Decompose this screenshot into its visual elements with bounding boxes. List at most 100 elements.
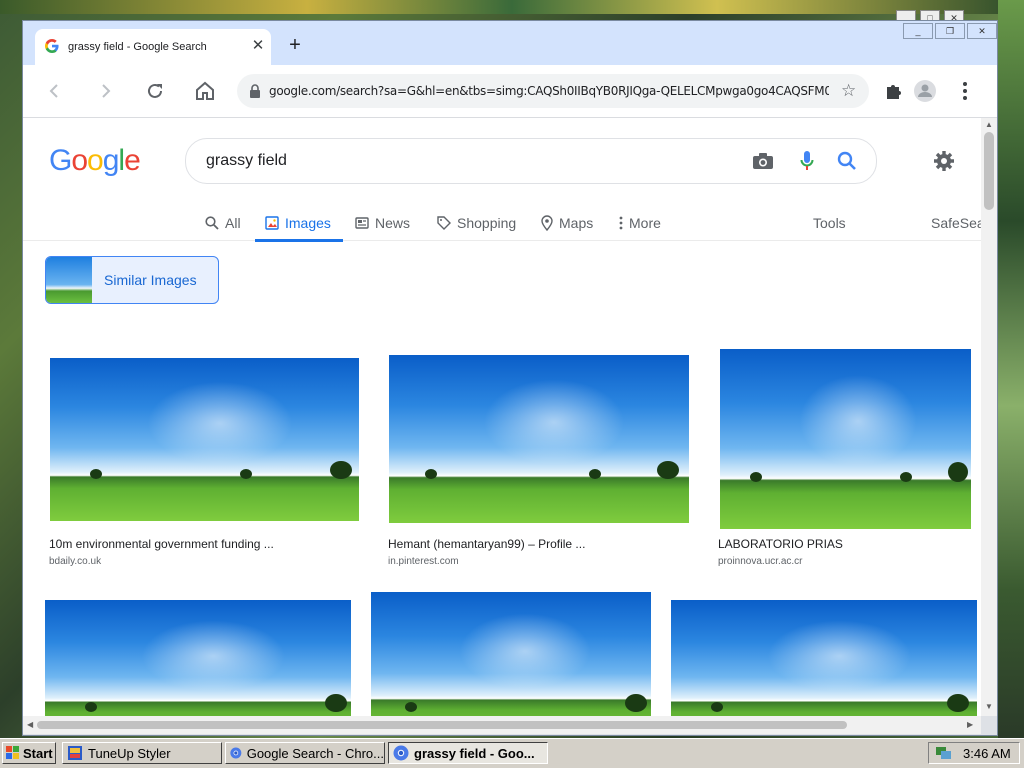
tab-all[interactable]: All: [205, 208, 241, 238]
browser-toolbar: google.com/search?sa=G&hl=en&tbs=simg:CA…: [23, 65, 997, 118]
desktop-wallpaper-strip: [0, 0, 1024, 14]
tab-images[interactable]: Images: [255, 208, 343, 242]
horizontal-scrollbar[interactable]: ◀ ▶: [23, 716, 981, 734]
search-icon[interactable]: [836, 150, 858, 172]
tree-shape: [948, 462, 968, 483]
safesearch-label: SafeSea: [931, 215, 981, 231]
result-source[interactable]: in.pinterest.com: [388, 556, 459, 567]
scroll-right-icon[interactable]: ▶: [967, 720, 973, 729]
start-button[interactable]: Start: [2, 742, 56, 764]
taskbar: Start TuneUp Styler Google Search - Chro…: [0, 738, 1024, 768]
tab-news[interactable]: News: [355, 208, 410, 238]
result-title[interactable]: Hemant (hemantaryan99) – Profile ...: [388, 537, 585, 551]
similar-images-chip[interactable]: Similar Images: [45, 256, 219, 304]
result-image[interactable]: [50, 358, 359, 521]
tab-more-label: More: [629, 215, 661, 231]
tab-close-icon[interactable]: ✕: [249, 37, 267, 55]
reload-icon[interactable]: [143, 79, 167, 103]
search-results-page: Google grassy field All Images News Shop…: [23, 118, 981, 716]
similar-images-thumbnail: [46, 257, 92, 303]
search-nav-tabs: All Images News Shopping Maps More Tools…: [23, 206, 981, 242]
horizontal-scroll-thumb[interactable]: [37, 721, 847, 729]
kebab-icon: [619, 216, 623, 230]
safesearch-button[interactable]: SafeSea: [931, 208, 981, 238]
chrome-icon: [230, 747, 242, 759]
menu-kebab-icon[interactable]: [953, 79, 977, 103]
start-label: Start: [23, 745, 53, 761]
network-tray-icon[interactable]: [935, 745, 953, 761]
forward-icon[interactable]: [93, 79, 117, 103]
address-url[interactable]: google.com/search?sa=G&hl=en&tbs=simg:CA…: [269, 84, 829, 98]
result-image[interactable]: [45, 600, 351, 716]
taskbar-item-label: grassy field - Goo...: [414, 745, 535, 761]
restore-icon[interactable]: ❐: [935, 23, 965, 39]
tab-title: grassy field - Google Search: [68, 41, 207, 53]
taskbar-item-grassy-field[interactable]: grassy field - Goo...: [388, 742, 548, 764]
result-image[interactable]: [389, 355, 689, 523]
tab-maps[interactable]: Maps: [541, 208, 593, 238]
taskbar-item-tuneup[interactable]: TuneUp Styler: [62, 742, 222, 764]
google-favicon-icon: [45, 39, 59, 53]
profile-avatar-icon[interactable]: [913, 79, 937, 103]
taskbar-item-google-search[interactable]: Google Search - Chro...: [225, 742, 385, 764]
tree-shape: [711, 702, 723, 712]
browser-window: grassy field - Google Search ✕ + _ ❐ ✕ g…: [22, 20, 998, 736]
tree-shape: [85, 702, 97, 712]
search-input[interactable]: grassy field: [206, 152, 287, 170]
vertical-scrollbar[interactable]: ▲ ▼: [981, 118, 997, 716]
tree-shape: [750, 472, 762, 483]
tab-shopping[interactable]: Shopping: [437, 208, 516, 238]
scroll-up-icon[interactable]: ▲: [985, 120, 993, 129]
system-tray: 3:46 AM: [928, 742, 1020, 764]
tab-all-label: All: [225, 215, 241, 231]
bookmark-star-icon[interactable]: ☆: [841, 81, 856, 101]
tree-shape: [405, 702, 417, 712]
result-image[interactable]: [671, 600, 977, 716]
result-source[interactable]: bdaily.co.uk: [49, 556, 101, 567]
taskbar-item-label: Google Search - Chro...: [246, 745, 384, 761]
settings-gear-icon[interactable]: [933, 150, 955, 177]
search-icon: [205, 216, 219, 230]
tree-shape: [589, 469, 601, 480]
chrome-icon: [393, 745, 409, 761]
image-icon: [265, 216, 279, 230]
tab-images-label: Images: [285, 215, 331, 231]
back-icon[interactable]: [43, 79, 67, 103]
camera-icon[interactable]: [752, 150, 774, 172]
window-controls: _ ❐ ✕: [903, 23, 997, 39]
address-bar[interactable]: google.com/search?sa=G&hl=en&tbs=simg:CA…: [237, 74, 869, 108]
tab-shopping-label: Shopping: [457, 215, 517, 231]
tab-maps-label: Maps: [559, 215, 594, 231]
similar-images-label: Similar Images: [104, 272, 197, 288]
google-logo[interactable]: Google: [49, 144, 141, 178]
vertical-scroll-thumb[interactable]: [984, 132, 994, 210]
home-icon[interactable]: [193, 79, 217, 103]
result-image[interactable]: [720, 349, 971, 529]
tree-shape: [657, 461, 679, 480]
lock-icon[interactable]: [249, 84, 261, 98]
close-window-icon[interactable]: ✕: [967, 23, 997, 39]
tree-shape: [900, 472, 912, 483]
minimize-icon[interactable]: _: [903, 23, 933, 39]
scroll-down-icon[interactable]: ▼: [985, 702, 993, 711]
result-title[interactable]: LABORATORIO PRIAS: [718, 537, 843, 551]
result-image[interactable]: [371, 592, 651, 716]
tools-button[interactable]: Tools: [813, 208, 846, 238]
extensions-puzzle-icon[interactable]: [881, 79, 905, 103]
pin-icon: [541, 215, 553, 231]
search-box[interactable]: grassy field: [185, 138, 877, 184]
microphone-icon[interactable]: [796, 150, 818, 172]
tree-shape: [240, 468, 252, 479]
clock[interactable]: 3:46 AM: [963, 746, 1011, 761]
result-title[interactable]: 10m environmental government funding ...: [49, 537, 274, 551]
result-source[interactable]: proinnova.ucr.ac.cr: [718, 556, 803, 567]
windows-logo-icon: [6, 746, 19, 759]
news-icon: [355, 217, 369, 229]
tree-shape: [90, 468, 102, 479]
tuneup-app-icon: [68, 746, 82, 760]
browser-tab[interactable]: grassy field - Google Search ✕: [35, 29, 271, 65]
tab-more[interactable]: More: [619, 208, 661, 238]
new-tab-icon[interactable]: +: [285, 35, 305, 55]
scroll-left-icon[interactable]: ◀: [27, 720, 33, 729]
tree-shape: [330, 460, 352, 479]
